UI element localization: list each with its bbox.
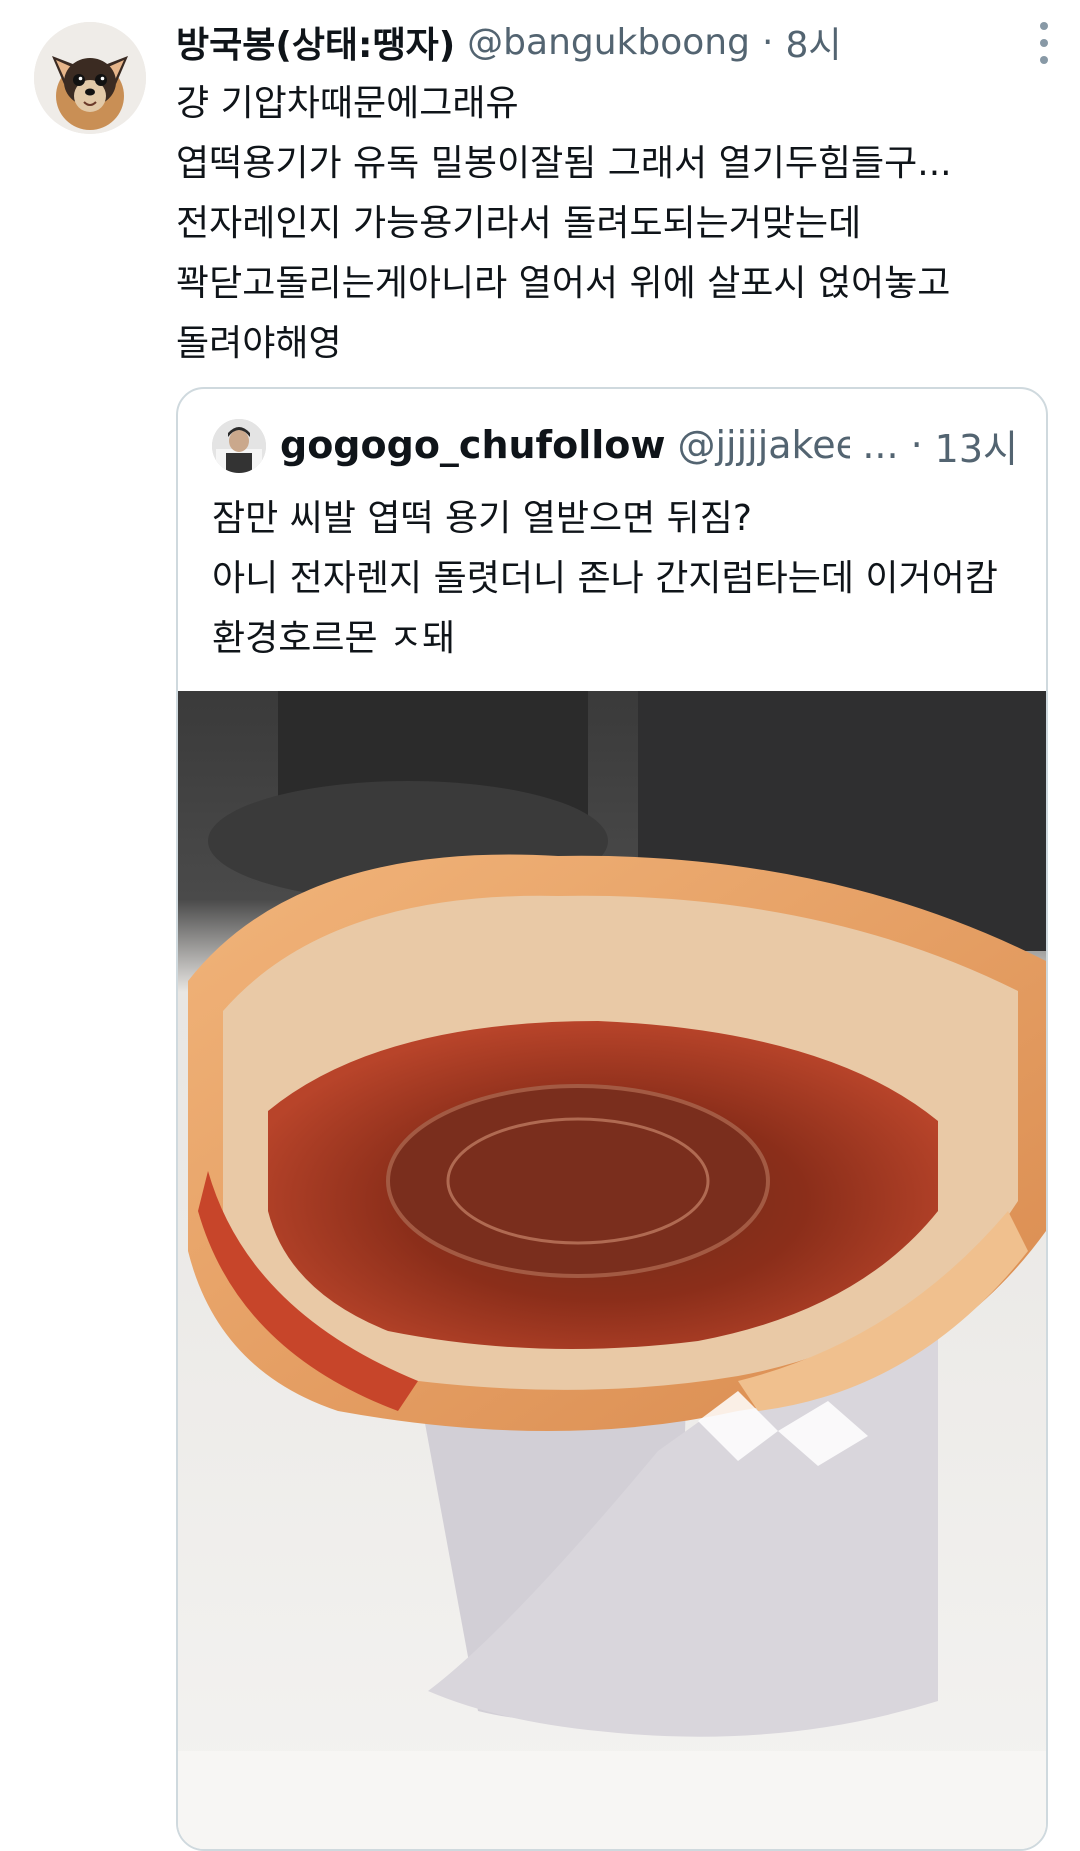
quoted-tweet-card[interactable]: gogogo_chufollow @jjjjjakee... · 13시 잠만 … — [176, 387, 1048, 1851]
quoted-tweet-body: 잠만 씨발 엽떡 용기 열받으면 뒤짐? 아니 전자렌지 돌렷더니 존나 간지럼… — [212, 489, 1032, 669]
author-avatar[interactable] — [34, 22, 146, 134]
profile-avatar-icon — [212, 419, 266, 473]
quoted-author-handle[interactable]: @jjjjjakee — [677, 423, 850, 467]
tweet-body-line: 엽떡용기가 유독 밀봉이잘됨 그래서 열기두힘들구... — [176, 143, 952, 184]
author-display-name[interactable]: 방국봉(상태:땡자) — [176, 16, 455, 68]
tweet-header: 방국봉(상태:땡자) @bangukboong · 8시 — [176, 14, 1020, 70]
author-handle[interactable]: @bangukboong — [467, 22, 750, 63]
quoted-tweet-header: gogogo_chufollow @jjjjjakee... · 13시 — [280, 413, 1018, 477]
more-options-icon[interactable] — [1032, 22, 1056, 64]
quoted-author-display-name[interactable]: gogogo_chufollow — [280, 423, 665, 467]
quoted-author-avatar[interactable] — [212, 419, 266, 473]
quoted-body-line: 아니 전자렌지 돌렷더니 존나 간지럼타는데 이거어캄 — [212, 558, 998, 599]
tweet-body-line: 돌려야해영 — [176, 323, 342, 364]
separator-dot: · — [761, 21, 774, 63]
tweet-time[interactable]: 8시 — [785, 16, 841, 68]
tweet: 방국봉(상태:땡자) @bangukboong · 8시 걍 기압차때문에그래유… — [0, 0, 1080, 1851]
quoted-body-line: 환경호르몬 ㅈ돼 — [212, 618, 456, 659]
quoted-tweet-time[interactable]: 13시 — [935, 418, 1018, 473]
tweet-body-line: 걍 기압차때문에그래유 — [176, 83, 519, 124]
quoted-body-line: 잠만 씨발 엽떡 용기 열받으면 뒤짐? — [212, 498, 753, 539]
tweet-body-line: 전자레인지 가능용기라서 돌려도되는거맞는데 — [176, 203, 862, 244]
handle-ellipsis: ... — [862, 423, 899, 467]
tweet-body-line: 꽉닫고돌리는게아니라 열어서 위에 살포시 얹어놓고 — [176, 263, 951, 304]
chihuahua-avatar-icon — [34, 22, 146, 134]
quoted-tweet-photo[interactable] — [178, 691, 1046, 1849]
tweet-body: 걍 기압차때문에그래유 엽떡용기가 유독 밀봉이잘됨 그래서 열기두힘들구...… — [176, 74, 1036, 374]
warped-container-photo — [178, 691, 1046, 1849]
separator-dot: · — [910, 423, 923, 467]
